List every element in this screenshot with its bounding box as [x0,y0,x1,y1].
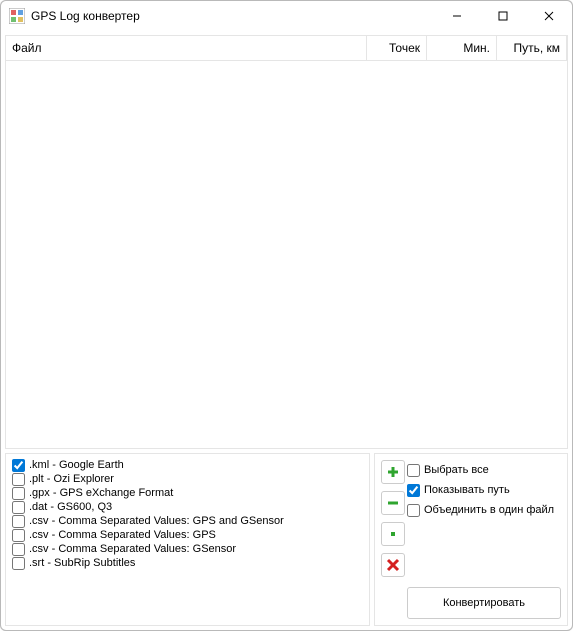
format-label: .csv - Comma Separated Values: GSensor [29,542,236,556]
format-row[interactable]: .csv - Comma Separated Values: GPS and G… [12,514,363,528]
format-checkbox[interactable] [12,529,25,542]
format-list: .kml - Google Earth.plt - Ozi Explorer.g… [5,453,370,626]
format-row[interactable]: .dat - GS600, Q3 [12,500,363,514]
format-label: .srt - SubRip Subtitles [29,556,135,570]
format-checkbox[interactable] [12,473,25,486]
titlebar: GPS Log конвертер [1,1,572,31]
col-distance[interactable]: Путь, км [497,36,567,60]
col-points[interactable]: Точек [367,36,427,60]
minimize-button[interactable] [434,1,480,31]
file-list-header: Файл Точек Мин. Путь, км [6,36,567,61]
merge-checkbox[interactable] [407,504,420,517]
format-label: .gpx - GPS eXchange Format [29,486,173,500]
option-select-all[interactable]: Выбрать все [407,461,561,479]
format-row[interactable]: .kml - Google Earth [12,458,363,472]
format-row[interactable]: .srt - SubRip Subtitles [12,556,363,570]
option-show-path[interactable]: Показывать путь [407,481,561,499]
options-panel: Выбрать все Показывать путь Объединить в… [374,453,568,626]
clear-button[interactable] [381,522,405,546]
maximize-button[interactable] [480,1,526,31]
select-all-label: Выбрать все [424,464,489,476]
format-label: .csv - Comma Separated Values: GPS and G… [29,514,284,528]
format-checkbox[interactable] [12,557,25,570]
format-label: .csv - Comma Separated Values: GPS [29,528,216,542]
option-merge[interactable]: Объединить в один файл [407,501,561,519]
format-label: .kml - Google Earth [29,458,124,472]
file-list[interactable]: Файл Точек Мин. Путь, км [5,35,568,449]
show-path-label: Показывать путь [424,484,510,496]
format-checkbox[interactable] [12,487,25,500]
convert-button[interactable]: Конвертировать [407,587,561,619]
col-minutes[interactable]: Мин. [427,36,497,60]
format-checkbox[interactable] [12,515,25,528]
delete-button[interactable] [381,553,405,577]
format-row[interactable]: .csv - Comma Separated Values: GSensor [12,542,363,556]
select-all-checkbox[interactable] [407,464,420,477]
file-list-body[interactable] [6,61,567,448]
format-checkbox[interactable] [12,543,25,556]
format-label: .dat - GS600, Q3 [29,500,112,514]
format-row[interactable]: .csv - Comma Separated Values: GPS [12,528,363,542]
col-file[interactable]: Файл [6,36,367,60]
show-path-checkbox[interactable] [407,484,420,497]
window-title: GPS Log конвертер [31,9,434,23]
app-icon [9,8,25,24]
format-label: .plt - Ozi Explorer [29,472,114,486]
merge-label: Объединить в один файл [424,504,554,516]
add-button[interactable] [381,460,405,484]
format-row[interactable]: .plt - Ozi Explorer [12,472,363,486]
format-row[interactable]: .gpx - GPS eXchange Format [12,486,363,500]
remove-button[interactable] [381,491,405,515]
format-checkbox[interactable] [12,501,25,514]
close-button[interactable] [526,1,572,31]
format-checkbox[interactable] [12,459,25,472]
